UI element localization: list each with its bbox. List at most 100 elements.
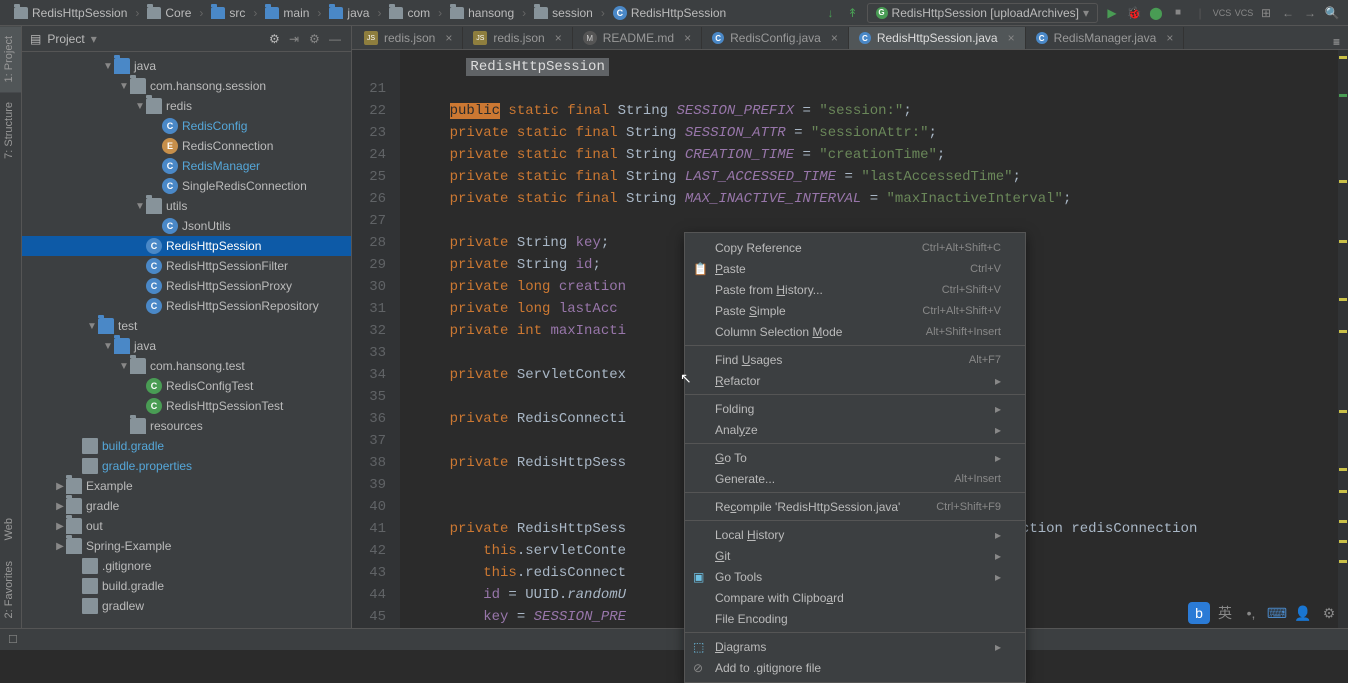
settings-icon[interactable]: ⚙ [309, 32, 323, 46]
tree-node[interactable]: ▼java [22, 56, 351, 76]
breadcrumb-item[interactable]: session [528, 6, 599, 20]
tree-node[interactable]: .gitignore [22, 556, 351, 576]
update-icon[interactable]: ↓ [823, 5, 839, 21]
forward-icon[interactable]: → [1302, 5, 1318, 21]
breadcrumb-item[interactable]: java [323, 6, 375, 20]
tree-node[interactable]: CRedisManager [22, 156, 351, 176]
menu-item[interactable]: Paste from History...Ctrl+Shift+V [685, 279, 1025, 300]
tree-node[interactable]: CRedisHttpSession [22, 236, 351, 256]
editor-tab[interactable]: CRedisConfig.java× [702, 27, 849, 49]
error-stripe[interactable] [1338, 50, 1348, 628]
editor-tab[interactable]: CRedisManager.java× [1026, 27, 1185, 49]
structure-tool-tab[interactable]: 7: Structure [0, 92, 21, 169]
menu-item[interactable]: Go To▸ [685, 447, 1025, 468]
tray-ime-icon[interactable]: 英 [1214, 602, 1236, 624]
tabs-more-icon[interactable]: ≡ [1325, 35, 1348, 49]
close-icon[interactable]: × [831, 31, 838, 45]
tree-node[interactable]: ERedisConnection [22, 136, 351, 156]
breadcrumb-item[interactable]: com [383, 6, 436, 20]
breadcrumb-item[interactable]: RedisHttpSession [8, 6, 133, 20]
menu-item[interactable]: Copy ReferenceCtrl+Alt+Shift+C [685, 237, 1025, 258]
tree-node[interactable]: ▼test [22, 316, 351, 336]
search-icon[interactable]: 🔍 [1324, 5, 1340, 21]
tree-arrow-icon[interactable]: ▶ [54, 501, 66, 512]
editor-tab[interactable]: JSredis.json× [354, 27, 463, 49]
menu-item[interactable]: ⊘Add to .gitignore file [685, 657, 1025, 678]
tree-node[interactable]: CRedisHttpSessionFilter [22, 256, 351, 276]
coverage-button[interactable]: ⬤ [1148, 5, 1164, 21]
tree-node[interactable]: CRedisConfig [22, 116, 351, 136]
debug-button[interactable]: 🐞 [1126, 5, 1142, 21]
tree-arrow-icon[interactable]: ▶ [54, 521, 66, 532]
vcs-icon[interactable]: ↟ [845, 5, 861, 21]
tree-node[interactable]: ▶gradle [22, 496, 351, 516]
hide-icon[interactable]: — [329, 32, 343, 46]
menu-item[interactable]: Analyze▸ [685, 419, 1025, 440]
close-icon[interactable]: × [1008, 31, 1015, 45]
menu-item[interactable]: 📋PasteCtrl+V [685, 258, 1025, 279]
tree-node[interactable]: ▶Spring-Example [22, 536, 351, 556]
tray-baidu-icon[interactable]: b [1188, 602, 1210, 624]
tree-node[interactable]: ▼utils [22, 196, 351, 216]
collapse-icon[interactable]: ⇥ [289, 32, 303, 46]
tree-node[interactable]: gradlew [22, 596, 351, 616]
menu-item[interactable]: Refactor▸ [685, 370, 1025, 391]
menu-item[interactable]: File Encoding [685, 608, 1025, 629]
tree-node[interactable]: CRedisHttpSessionTest [22, 396, 351, 416]
tray-punct-icon[interactable]: •, [1240, 602, 1262, 624]
close-icon[interactable]: × [555, 31, 562, 45]
menu-item[interactable]: Compare with Clipboard [685, 587, 1025, 608]
tray-gear-icon[interactable]: ⚙ [1318, 602, 1340, 624]
tree-arrow-icon[interactable]: ▼ [86, 321, 98, 332]
structure-icon[interactable]: ⊞ [1258, 5, 1274, 21]
vcs-label2[interactable]: VCS [1236, 5, 1252, 21]
tree-node[interactable]: gradle.properties [22, 456, 351, 476]
menu-item[interactable]: Git▸ [685, 545, 1025, 566]
tree-node[interactable]: ▶out [22, 516, 351, 536]
menu-item[interactable]: Column Selection ModeAlt+Shift+Insert [685, 321, 1025, 342]
tree-node[interactable]: ▼redis [22, 96, 351, 116]
tree-arrow-icon[interactable]: ▼ [118, 81, 130, 92]
tray-screen-icon[interactable]: ⌨ [1266, 602, 1288, 624]
menu-item[interactable]: ▣Go Tools▸ [685, 566, 1025, 587]
menu-item[interactable]: Paste SimpleCtrl+Alt+Shift+V [685, 300, 1025, 321]
project-view-icon[interactable]: ▤ [30, 32, 41, 46]
menu-item[interactable]: Folding▸ [685, 398, 1025, 419]
tree-node[interactable]: CRedisHttpSessionRepository [22, 296, 351, 316]
breadcrumb-item[interactable]: CRedisHttpSession [607, 6, 732, 20]
tree-node[interactable]: resources [22, 416, 351, 436]
editor-tab[interactable]: JSredis.json× [463, 27, 572, 49]
menu-item[interactable]: Recompile 'RedisHttpSession.java'Ctrl+Sh… [685, 496, 1025, 517]
tree-node[interactable]: ▼com.hansong.test [22, 356, 351, 376]
breadcrumb-item[interactable]: main [259, 6, 315, 20]
tree-node[interactable]: ▼java [22, 336, 351, 356]
run-button[interactable]: ▶ [1104, 5, 1120, 21]
tree-arrow-icon[interactable]: ▼ [134, 101, 146, 112]
editor-tab[interactable]: MREADME.md× [573, 27, 702, 49]
favorites-tool-tab[interactable]: 2: Favorites [0, 551, 21, 628]
tree-node[interactable]: CSingleRedisConnection [22, 176, 351, 196]
tray-user-icon[interactable]: 👤 [1292, 602, 1314, 624]
tree-node[interactable]: CRedisHttpSessionProxy [22, 276, 351, 296]
tree-node[interactable]: ▶Example [22, 476, 351, 496]
close-icon[interactable]: × [1166, 31, 1173, 45]
tree-node[interactable]: ▼com.hansong.session [22, 76, 351, 96]
menu-item[interactable]: Generate...Alt+Insert [685, 468, 1025, 489]
close-icon[interactable]: × [445, 31, 452, 45]
tree-arrow-icon[interactable]: ▶ [54, 541, 66, 552]
tree-node[interactable]: CJsonUtils [22, 216, 351, 236]
project-tree[interactable]: ▼java▼com.hansong.session▼redisCRedisCon… [22, 52, 351, 628]
web-tool-tab[interactable]: Web [0, 508, 21, 550]
breadcrumb-item[interactable]: hansong [444, 6, 520, 20]
vcs-label[interactable]: VCS [1214, 5, 1230, 21]
status-todo[interactable]: ☐ [8, 633, 18, 646]
editor-tab[interactable]: CRedisHttpSession.java× [849, 27, 1026, 49]
tree-arrow-icon[interactable]: ▶ [54, 481, 66, 492]
menu-item[interactable]: Find UsagesAlt+F7 [685, 349, 1025, 370]
breadcrumb-item[interactable]: src [205, 6, 251, 20]
tree-arrow-icon[interactable]: ▼ [118, 361, 130, 372]
gear-icon[interactable]: ⚙ [269, 32, 283, 46]
tree-arrow-icon[interactable]: ▼ [102, 61, 114, 72]
menu-item[interactable]: Local History▸ [685, 524, 1025, 545]
project-tool-tab[interactable]: 1: Project [0, 26, 21, 92]
